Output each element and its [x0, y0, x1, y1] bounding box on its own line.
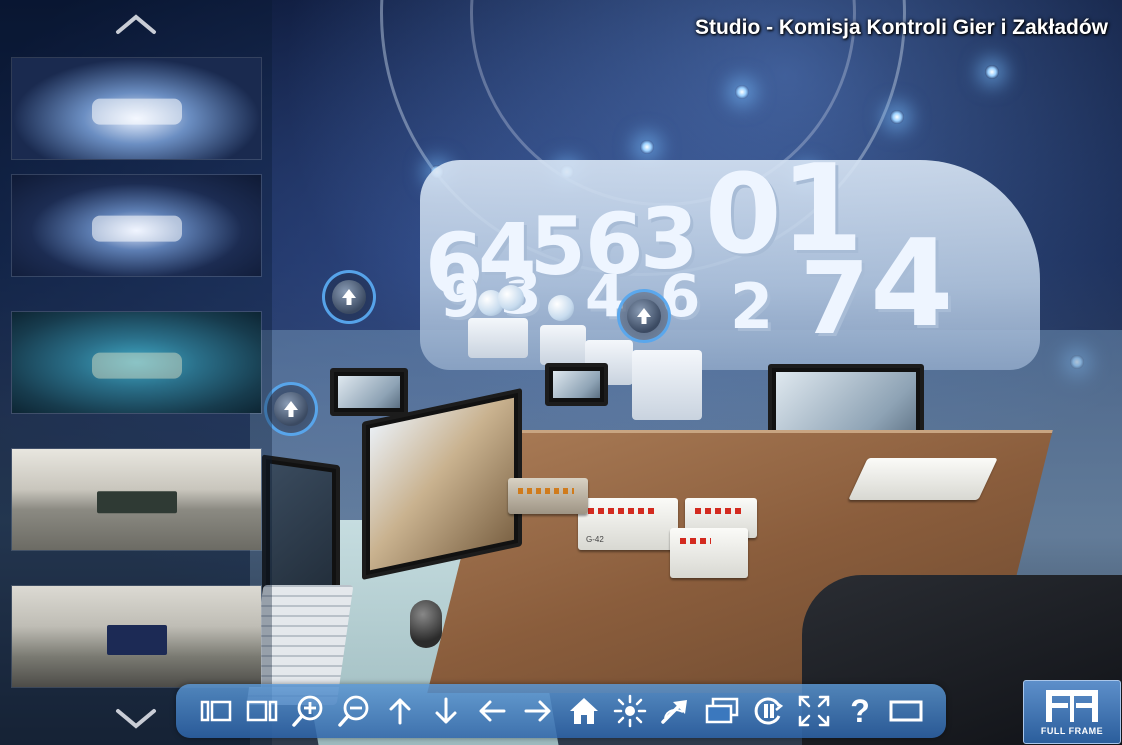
- previous-panorama-icon: [200, 700, 232, 722]
- chevron-down-icon: [116, 709, 156, 729]
- lottery-globe: [548, 295, 574, 321]
- stage-spotlight: [890, 110, 904, 124]
- keyboard-right: [848, 458, 998, 500]
- studio-monitor: [330, 368, 408, 416]
- thumbnail-monitoring-room-panorama[interactable]: [11, 585, 262, 688]
- wall-digit: 4: [870, 215, 954, 354]
- full-frame-logo-text: FULL FRAME: [1040, 726, 1104, 736]
- pan-up-button[interactable]: [379, 689, 421, 733]
- thumbnails-toggle-button[interactable]: [701, 689, 743, 733]
- arrow-up-icon: [332, 280, 366, 314]
- previous-panorama-button[interactable]: [195, 689, 237, 733]
- thumbnail-studio-panorama-2[interactable]: [11, 174, 262, 277]
- next-panorama-icon: [246, 700, 278, 722]
- lottery-pedestal: [468, 318, 528, 358]
- fullscreen-button[interactable]: [793, 689, 835, 733]
- thumbnail-strip: [0, 0, 272, 745]
- fullscreen-icon: [798, 695, 830, 727]
- control-box: [508, 478, 588, 514]
- hotspot-forward[interactable]: [322, 270, 376, 324]
- arrow-up-icon: [627, 299, 661, 333]
- thumbnail-control-room-panorama[interactable]: [11, 311, 262, 414]
- help-icon: ?: [850, 692, 870, 729]
- arrow-up-icon: [389, 698, 411, 725]
- viewer-toolbar: ?: [176, 684, 946, 738]
- wall-digit: 2: [730, 270, 774, 343]
- stage-spotlight: [985, 65, 999, 79]
- thumbnails-toggle-icon: [705, 697, 739, 724]
- control-box: G-42: [578, 498, 678, 550]
- autorotate-icon: [661, 700, 687, 724]
- full-frame-logo[interactable]: FULL FRAME: [1023, 680, 1121, 744]
- zoom-out-button[interactable]: [333, 689, 375, 733]
- thumbnails-scroll-down-button[interactable]: [110, 700, 162, 736]
- gyro-button[interactable]: [747, 689, 789, 733]
- arrow-up-icon: [274, 392, 308, 426]
- window-mode-button[interactable]: [885, 689, 927, 733]
- control-box-label: G-42: [586, 535, 604, 544]
- stage-spotlight: [735, 85, 749, 99]
- lottery-pedestal: [540, 325, 586, 365]
- zoom-in-icon: [292, 695, 323, 727]
- hotspot-stage[interactable]: [617, 289, 671, 343]
- thumbnail-office-panorama[interactable]: [11, 448, 262, 551]
- wall-digit: 0: [705, 150, 782, 278]
- panorama-title: Studio - Komisja Kontroli Gier i Zakładó…: [694, 16, 1108, 39]
- zoom-in-button[interactable]: [287, 689, 329, 733]
- autorotate-button[interactable]: [655, 689, 697, 733]
- pan-right-button[interactable]: [517, 689, 559, 733]
- arrow-left-icon: [479, 700, 506, 722]
- next-panorama-button[interactable]: [241, 689, 283, 733]
- chevron-up-icon: [116, 14, 156, 34]
- studio-monitor: [545, 363, 608, 406]
- gyro-icon: [754, 697, 784, 725]
- zoom-out-icon: [338, 695, 369, 727]
- wall-digit: 7: [800, 240, 870, 357]
- arrow-down-icon: [435, 697, 457, 724]
- thumbnails-scroll-up-button[interactable]: [110, 6, 162, 42]
- control-box: [670, 528, 748, 578]
- home-button[interactable]: [563, 689, 605, 733]
- pan-down-button[interactable]: [425, 689, 467, 733]
- stage-spotlight: [640, 140, 654, 154]
- home-icon: [570, 698, 598, 724]
- lottery-globe: [498, 285, 524, 311]
- pan-left-button[interactable]: [471, 689, 513, 733]
- hotspots-toggle-icon: [613, 694, 647, 728]
- hotspot-left[interactable]: [264, 382, 318, 436]
- computer-mouse: [410, 600, 442, 648]
- full-frame-logo-icon: [1046, 690, 1098, 722]
- window-mode-icon: [889, 700, 923, 722]
- lottery-pedestal: [632, 350, 702, 420]
- hotspots-toggle-button[interactable]: [609, 689, 651, 733]
- help-button[interactable]: ?: [839, 689, 881, 733]
- thumbnail-studio-panorama-1[interactable]: [11, 57, 262, 160]
- arrow-right-icon: [524, 700, 551, 722]
